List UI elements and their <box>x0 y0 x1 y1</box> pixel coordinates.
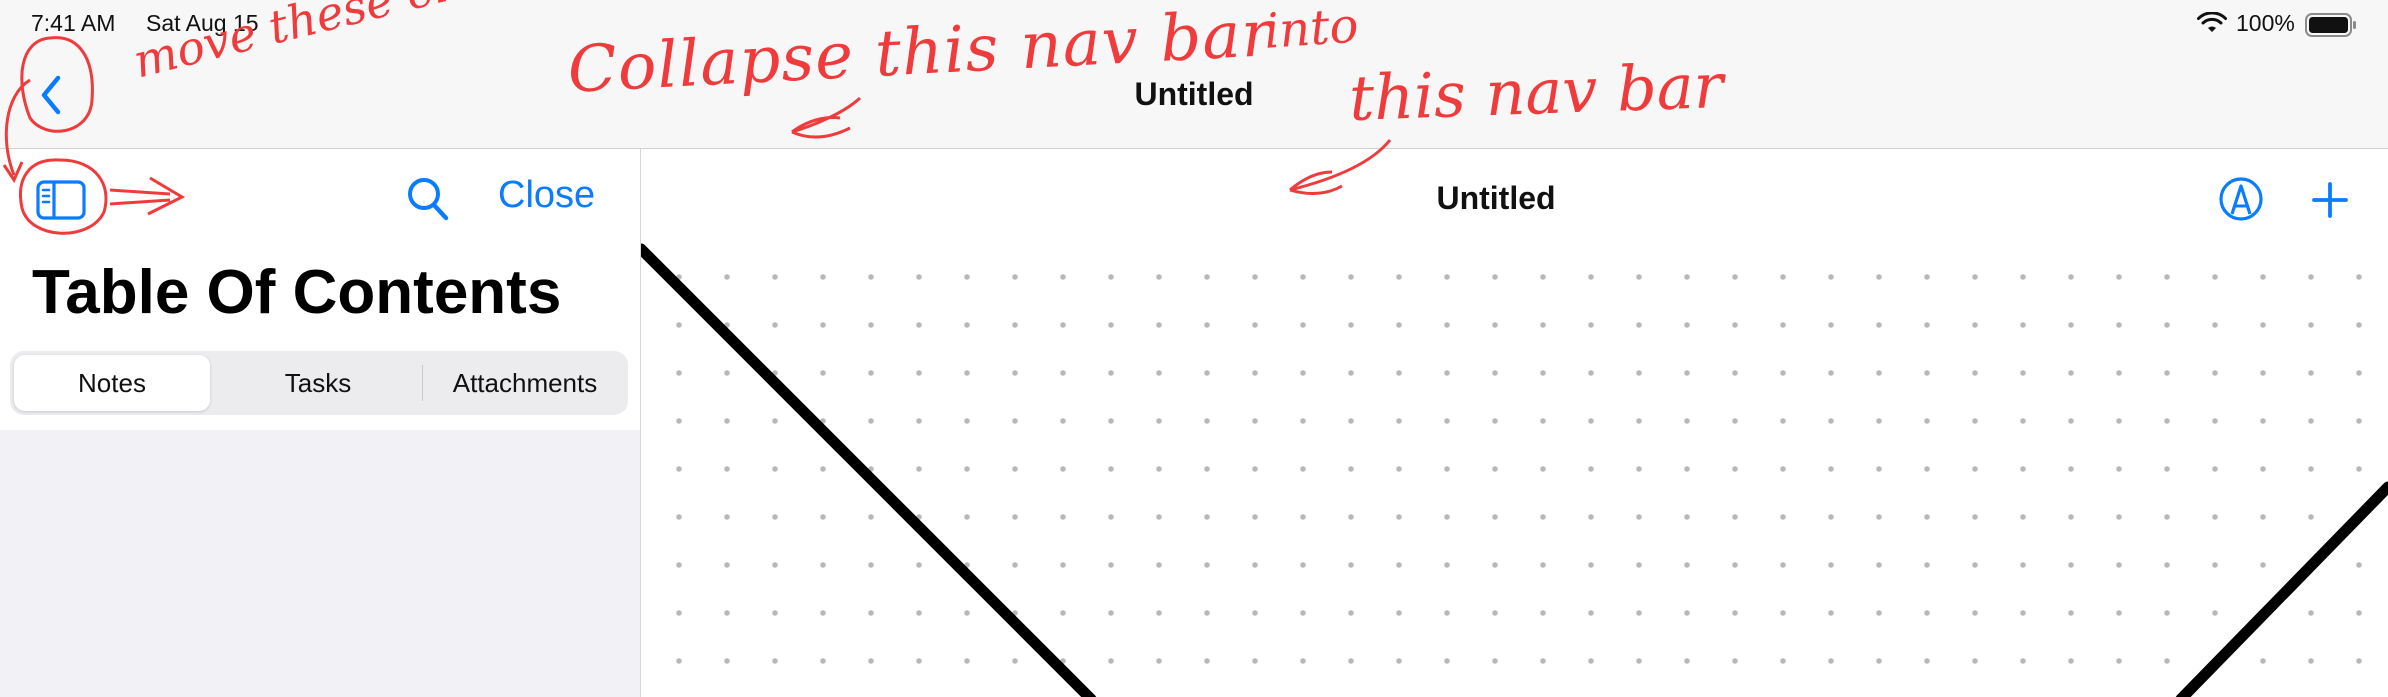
battery-percentage: 100% <box>2236 10 2295 36</box>
status-bar: 7:41 AM Sat Aug 15 100% <box>0 0 2388 48</box>
status-time: 7:41 AM <box>31 10 116 36</box>
app-screen: 7:41 AM Sat Aug 15 100% Untitled Close T… <box>0 0 2388 697</box>
sidebar: Close Table Of Contents Notes Tasks Atta… <box>0 149 641 697</box>
segment-notes[interactable]: Notes <box>14 355 210 411</box>
segment-attachments[interactable]: Attachments <box>426 355 624 411</box>
search-icon[interactable] <box>406 176 450 222</box>
wifi-icon <box>2197 12 2227 32</box>
diagonal-stroke-right <box>2175 481 2388 697</box>
canvas-area: Untitled <box>641 149 2388 697</box>
sidebar-header: Close Table Of Contents Notes Tasks Atta… <box>0 149 640 430</box>
sidebar-icon[interactable] <box>36 180 86 220</box>
battery-icon <box>2305 13 2356 37</box>
segment-divider <box>422 365 423 401</box>
top-nav-bar: Untitled <box>0 48 2388 149</box>
chevron-left-icon[interactable] <box>36 68 66 122</box>
sidebar-title: Table Of Contents <box>32 258 562 327</box>
segmented-control: Notes Tasks Attachments <box>10 351 628 415</box>
close-button[interactable]: Close <box>498 174 595 217</box>
diagonal-stroke-left <box>641 243 1097 697</box>
segment-tasks[interactable]: Tasks <box>220 355 416 411</box>
status-date: Sat Aug 15 <box>146 10 259 36</box>
drawn-strokes <box>641 243 2388 697</box>
top-nav-title: Untitled <box>1134 76 1254 112</box>
